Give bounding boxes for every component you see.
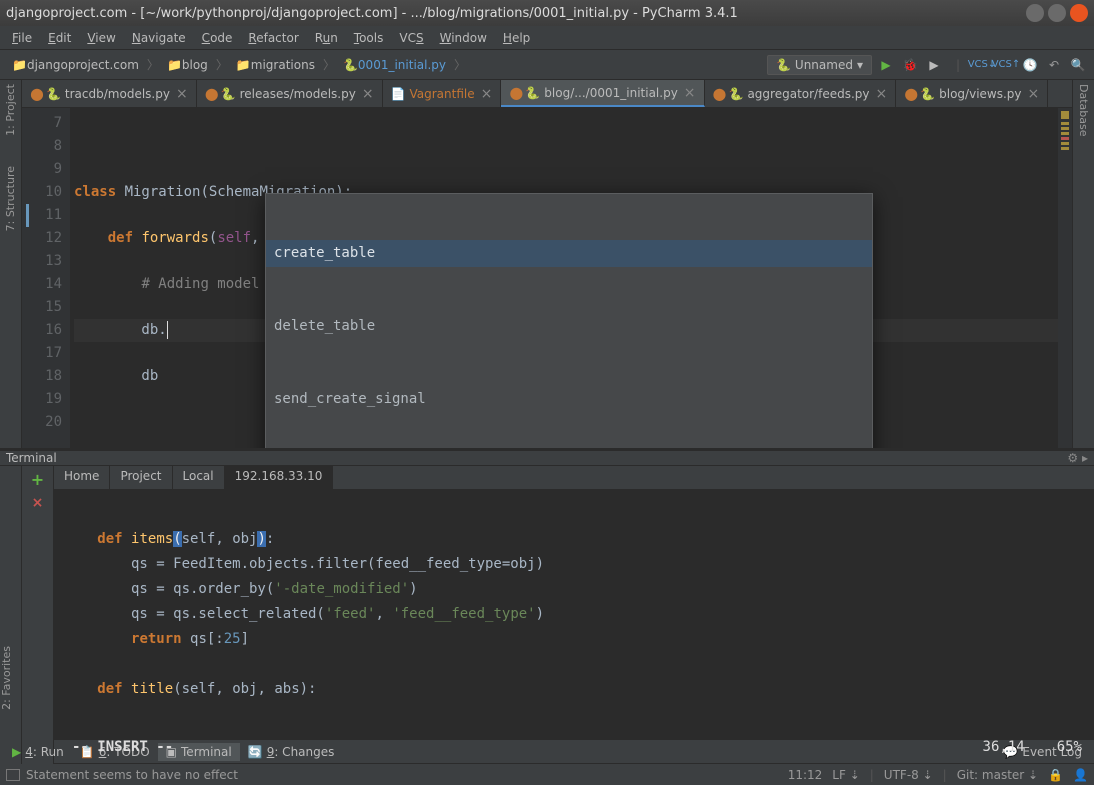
terminal-panel: Terminal ⚙ ▸ 2: Favorites + × Home Proje… (0, 451, 1094, 739)
breadcrumb-blog[interactable]: 📁 blog (161, 56, 214, 74)
close-tab-icon[interactable]: × (481, 86, 493, 102)
breadcrumb-file[interactable]: 🐍 0001_initial.py (337, 56, 452, 74)
terminal-title: Terminal (6, 451, 57, 465)
vim-percent: 65% (1057, 735, 1082, 760)
vcs-sep: | (948, 55, 968, 75)
vcs-revert-button[interactable]: ↶ (1044, 55, 1064, 75)
vim-mode: -- INSERT -- (72, 735, 173, 760)
breadcrumb-sep: 〉 (216, 56, 228, 73)
menu-help[interactable]: Help (495, 31, 538, 45)
editor-tab[interactable]: ●🐍blog/views.py× (896, 80, 1048, 107)
run-button[interactable]: ▶ (876, 55, 896, 75)
terminal-tabs: Home Project Local 192.168.33.10 (54, 466, 1094, 490)
breadcrumb-migrations[interactable]: 📁 migrations (230, 56, 321, 74)
editor-area: ●🐍tracdb/models.py× ●🐍releases/models.py… (22, 80, 1072, 448)
editor-tabs: ●🐍tracdb/models.py× ●🐍releases/models.py… (22, 80, 1072, 108)
status-bar: Statement seems to have no effect 11:12 … (0, 763, 1094, 785)
terminal-toolbar: + × (22, 466, 54, 764)
status-line-ending[interactable]: LF ⇣ (832, 768, 859, 782)
menu-window[interactable]: Window (432, 31, 495, 45)
breadcrumb-sep: 〉 (454, 56, 466, 73)
menu-navigate[interactable]: Navigate (124, 31, 194, 45)
autocomplete-item[interactable]: send_create_signal (266, 386, 872, 413)
menu-edit[interactable]: Edit (40, 31, 79, 45)
code-content[interactable]: class Migration(SchemaMigration): def fo… (70, 108, 1058, 448)
terminal-new-icon[interactable]: + (31, 470, 44, 489)
close-tab-icon[interactable]: × (1028, 86, 1040, 102)
maximize-button[interactable] (1048, 4, 1066, 22)
terminal-tab[interactable]: Home (54, 466, 110, 489)
menu-file[interactable]: File (4, 31, 40, 45)
close-tab-icon[interactable]: × (684, 85, 696, 101)
status-pos[interactable]: 11:12 (788, 768, 823, 782)
vcs-history-button[interactable]: 🕓 (1020, 55, 1040, 75)
breadcrumb-sep: 〉 (147, 56, 159, 73)
tool-favorites[interactable]: 2: Favorites (0, 646, 13, 710)
line-gutter: 7 8 9 10 11 12 13 14 15 16 17 18 19 20 (22, 108, 70, 448)
status-encoding[interactable]: UTF-8 ⇣ (884, 768, 933, 782)
status-hector-icon[interactable]: 👤 (1073, 768, 1088, 782)
close-button[interactable] (1070, 4, 1088, 22)
menu-refactor[interactable]: Refactor (240, 31, 306, 45)
status-message: Statement seems to have no effect (26, 768, 238, 782)
status-git-branch[interactable]: Git: master ⇣ (957, 768, 1038, 782)
tool-project[interactable]: 1: Project (4, 84, 17, 136)
terminal-header: Terminal ⚙ ▸ (0, 451, 1094, 466)
title-bar: djangoproject.com - [~/work/pythonproj/d… (0, 0, 1094, 26)
right-tool-strip: Database (1072, 80, 1094, 448)
status-rect-icon[interactable] (6, 769, 20, 781)
navigation-bar: 📁 djangoproject.com 〉 📁 blog 〉 📁 migrati… (0, 50, 1094, 80)
autocomplete-item[interactable]: delete_table (266, 313, 872, 340)
breadcrumb-root[interactable]: 📁 djangoproject.com (6, 56, 145, 74)
editor-tab-active[interactable]: ●🐍blog/.../0001_initial.py× (501, 80, 704, 107)
vcs-update-button[interactable]: VCS↓ (972, 55, 992, 75)
status-lock-icon[interactable]: 🔒 (1048, 768, 1063, 782)
terminal-tab[interactable]: Local (173, 466, 225, 489)
breadcrumb-sep: 〉 (323, 56, 335, 73)
left-tool-strip-lower: 2: Favorites (0, 466, 22, 764)
menu-code[interactable]: Code (194, 31, 241, 45)
window-title: djangoproject.com - [~/work/pythonproj/d… (6, 6, 1022, 21)
menu-vcs[interactable]: VCS (391, 31, 431, 45)
editor-body[interactable]: 7 8 9 10 11 12 13 14 15 16 17 18 19 20 c… (22, 108, 1072, 448)
run-config-selector[interactable]: 🐍 Unnamed ▾ (767, 55, 872, 75)
menu-bar: File Edit View Navigate Code Refactor Ru… (0, 26, 1094, 50)
editor-tab[interactable]: ●🐍tracdb/models.py× (22, 80, 197, 107)
debug-button[interactable]: 🐞 (900, 55, 920, 75)
minimize-button[interactable] (1026, 4, 1044, 22)
left-tool-strip: 1: Project 7: Structure (0, 80, 22, 448)
vim-cursor: 36,14 (983, 735, 1025, 760)
menu-run[interactable]: Run (307, 31, 346, 45)
terminal-content[interactable]: def items(self, obj): qs = FeedItem.obje… (54, 490, 1094, 764)
menu-tools[interactable]: Tools (346, 31, 392, 45)
tool-structure[interactable]: 7: Structure (4, 166, 17, 231)
editor-tab[interactable]: ●🐍releases/models.py× (197, 80, 383, 107)
vcs-commit-button[interactable]: VCS↑ (996, 55, 1016, 75)
terminal-settings-icon[interactable]: ⚙ ▸ (1067, 451, 1088, 465)
close-tab-icon[interactable]: × (875, 86, 887, 102)
main-area: 1: Project 7: Structure ●🐍tracdb/models.… (0, 80, 1094, 448)
terminal-tab-active[interactable]: 192.168.33.10 (225, 466, 334, 489)
autocomplete-item[interactable]: create_table (266, 240, 872, 267)
terminal-status: -- INSERT -- 36,14 65% (72, 735, 1082, 760)
terminal-close-icon[interactable]: × (32, 495, 44, 511)
editor-tab[interactable]: 📄Vagrantfile× (383, 80, 502, 107)
error-stripe[interactable] (1058, 108, 1072, 448)
tool-database[interactable]: Database (1077, 84, 1090, 137)
autocomplete-popup: create_table delete_table send_create_si… (265, 193, 873, 448)
close-tab-icon[interactable]: × (362, 86, 374, 102)
close-tab-icon[interactable]: × (176, 86, 188, 102)
search-button[interactable]: 🔍 (1068, 55, 1088, 75)
coverage-button[interactable]: ▶ (924, 55, 944, 75)
editor-tab[interactable]: ●🐍aggregator/feeds.py× (705, 80, 897, 107)
terminal-tab[interactable]: Project (110, 466, 172, 489)
menu-view[interactable]: View (79, 31, 123, 45)
